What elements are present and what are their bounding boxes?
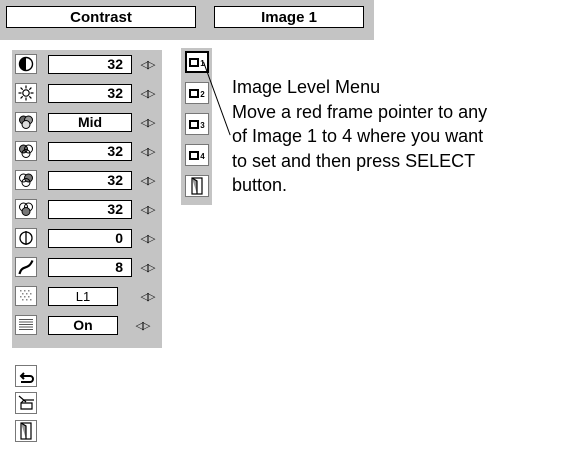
gamma-curve-icon: [15, 257, 37, 277]
blue-value: 32: [48, 200, 132, 219]
menu-row-blue[interactable]: 32 ◁▷: [12, 197, 162, 221]
menu-row-noise-reduction[interactable]: L1 ◁▷: [12, 284, 162, 308]
description-line: of Image 1 to 4 where you want: [232, 126, 484, 146]
brightness-adjust-arrows[interactable]: ◁▷: [139, 86, 156, 100]
progressive-value: On: [48, 316, 118, 335]
menu-row-contrast[interactable]: 32 ◁▷: [12, 52, 162, 76]
menu-row-green[interactable]: 32 ◁▷: [12, 168, 162, 192]
color-temp-value: Mid: [48, 113, 132, 132]
image-slot-number: 4: [200, 151, 205, 161]
contrast-adjust-arrows[interactable]: ◁▷: [139, 57, 156, 71]
image-adjust-menu: 32 ◁▷ 32 ◁▷ Mid ◁▷ 32 ◁▷ 32 ◁▷ 32 ◁▷ 0 ◁…: [12, 50, 162, 348]
sharpness-adjust-arrows[interactable]: ◁▷: [139, 231, 156, 245]
green-circles-icon: [15, 170, 37, 190]
brightness-value: 32: [48, 84, 132, 103]
menu-row-progressive[interactable]: On ◁▷: [12, 313, 162, 337]
noise-reduction-value: L1: [48, 287, 118, 306]
image-level-description: Image Level Menu Move a red frame pointe…: [232, 75, 568, 198]
description-line: to set and then press SELECT: [232, 150, 476, 171]
description-title: Image Level Menu: [232, 77, 381, 97]
menu-row-sharpness[interactable]: 0 ◁▷: [12, 226, 162, 250]
gamma-value: 8: [48, 258, 132, 277]
color-temp-adjust-arrows[interactable]: ◁▷: [139, 115, 156, 129]
menu-row-color-temp[interactable]: Mid ◁▷: [12, 110, 162, 134]
sharpness-icon: [15, 228, 37, 248]
menu-row-red[interactable]: 32 ◁▷: [12, 139, 162, 163]
image-slot-4[interactable]: 4: [185, 144, 209, 166]
blue-adjust-arrows[interactable]: ◁▷: [139, 202, 156, 216]
reset-icon[interactable]: [15, 365, 37, 387]
image-slot-icon: [189, 88, 200, 98]
current-image-label: Image 1: [214, 6, 364, 28]
red-circles-icon: [15, 141, 37, 161]
noise-reduction-adjust-arrows[interactable]: ◁▷: [139, 289, 156, 303]
progressive-adjust-arrows[interactable]: ◁▷: [134, 318, 151, 332]
red-adjust-arrows[interactable]: ◁▷: [139, 144, 156, 158]
exit-door-icon[interactable]: [15, 420, 37, 442]
exit-door-icon[interactable]: [185, 175, 209, 197]
image-slot-number: 2: [200, 89, 205, 99]
green-value: 32: [48, 171, 132, 190]
menu-row-gamma[interactable]: 8 ◁▷: [12, 255, 162, 279]
blue-circles-icon: [15, 199, 37, 219]
gamma-adjust-arrows[interactable]: ◁▷: [139, 260, 156, 274]
store-icon[interactable]: [15, 392, 37, 414]
image-slot-icon: [189, 119, 200, 129]
image-slot-3[interactable]: 3: [185, 113, 209, 135]
current-item-label: Contrast: [6, 6, 196, 28]
image-slot-icon: [189, 57, 200, 67]
menu-header-bar: Contrast Image 1: [0, 0, 374, 40]
sun-icon: [15, 83, 37, 103]
image-slot-number: 3: [200, 120, 205, 130]
sharpness-value: 0: [48, 229, 132, 248]
image-slot-icon: [189, 150, 200, 160]
green-adjust-arrows[interactable]: ◁▷: [139, 173, 156, 187]
progressive-icon: [15, 315, 37, 335]
red-value: 32: [48, 142, 132, 161]
menu-row-brightness[interactable]: 32 ◁▷: [12, 81, 162, 105]
description-line: button.: [232, 175, 288, 195]
contrast-icon: [15, 54, 37, 74]
contrast-value: 32: [48, 55, 132, 74]
description-line: Move a red frame pointer to any: [232, 101, 488, 122]
color-temp-icon: [15, 112, 37, 132]
noise-reduction-icon: [15, 286, 37, 306]
image-slot-2[interactable]: 2: [185, 82, 209, 104]
